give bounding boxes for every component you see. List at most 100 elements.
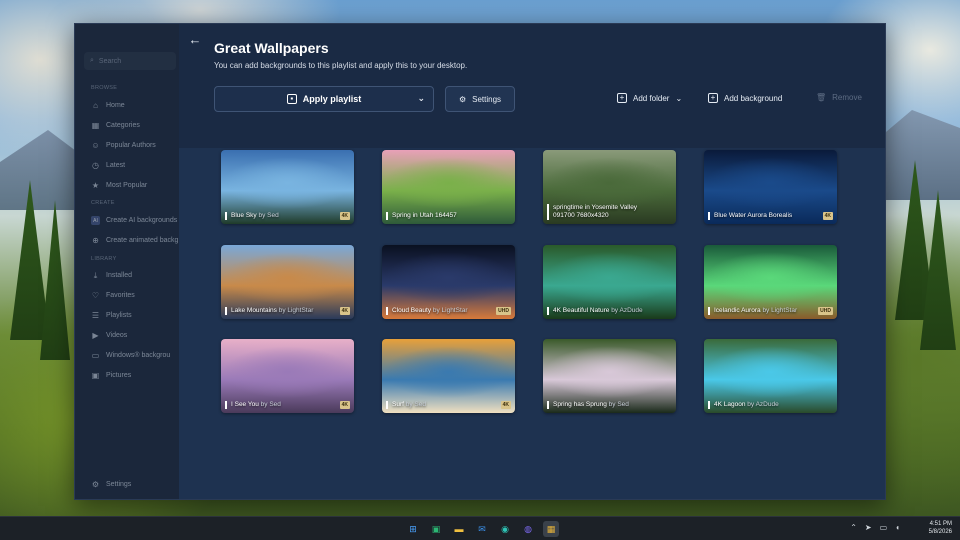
wallpaper-card[interactable]: I See You by Sed 4K (221, 339, 354, 413)
network-icon[interactable]: ▭ (880, 523, 888, 532)
sidebar-item-label: Categories (106, 122, 140, 129)
wallpaper-caption: Icelandic Aurora by LightStar (708, 307, 815, 315)
gear-icon: ⚙ (91, 480, 100, 489)
ai-icon: AI (91, 216, 100, 225)
remove-button[interactable]: 🗑 Remove (816, 93, 862, 102)
clock[interactable]: 4:51 PM 5/8/2026 (929, 520, 952, 536)
send-icon[interactable]: ➤ (865, 523, 872, 532)
download-icon: ⤓ (93, 271, 98, 280)
search-icon: ⌕ (90, 57, 94, 64)
system-tray: ⌃ ➤ ▭ ◖ (850, 523, 900, 532)
sidebar-item-label: Windows® backgrou (106, 352, 171, 359)
sidebar-item-installed[interactable]: ⤓ Installed (91, 271, 179, 280)
teams-icon[interactable]: ◍ (520, 521, 536, 537)
wallpaper-title: Spring in Utah 164457 (392, 212, 457, 219)
resolution-badge: 4K (500, 401, 511, 409)
mountain-right (880, 110, 960, 200)
sidebar-settings-label: Settings (106, 481, 132, 488)
sidebar-item-playlists[interactable]: ☰ Playlists (91, 311, 179, 320)
add-background-label: Add background (724, 93, 783, 103)
wallpaper-title: Blue Water Aurora Borealis (714, 212, 793, 219)
wallpaper-title: Surf (392, 401, 404, 408)
sidebar-settings[interactable]: ⚙ Settings (91, 480, 179, 489)
add-icon: + (708, 93, 718, 103)
gear-icon: ⚙ (458, 94, 467, 104)
authors-icon: ☺ (91, 141, 100, 150)
sidebar-item-home[interactable]: ⌂ Home (91, 101, 179, 110)
sidebar-item-windows-backgrou[interactable]: ▭ Windows® backgrou (91, 351, 179, 360)
chevron-down-icon: ⌄ (417, 93, 425, 103)
wallpaper-title: Cloud Beauty (392, 307, 432, 314)
resolution-badge: 4K (339, 212, 350, 220)
sidebar-item-label: Playlists (106, 312, 132, 319)
resolution-badge: UHD (818, 307, 833, 315)
wallpaper-title: Icelandic Aurora (714, 307, 761, 314)
wallpaper-card[interactable]: Spring in Utah 164457 (382, 150, 515, 224)
windows-start-icon[interactable]: ⊞ (405, 521, 421, 537)
heart-icon: ♡ (91, 291, 100, 300)
section-create: Create (91, 200, 115, 206)
playlist-icon: ☰ (91, 311, 100, 320)
wallpaper-title: Spring has Sprung (553, 401, 607, 408)
chevron-up-icon[interactable]: ⌃ (850, 523, 857, 532)
tree (40, 200, 70, 360)
add-folder-button[interactable]: + Add folder ⌄ (617, 93, 682, 103)
section-library: LIBRARY (91, 256, 117, 262)
trash-icon: 🗑 (816, 93, 827, 102)
wallpaper-card[interactable]: Spring has Sprung by Sed (543, 339, 676, 413)
wallpaper-title: Lake Mountains (231, 307, 277, 314)
wallpaper-author: by LightStar (762, 307, 798, 314)
sidebar-item-label: Popular Authors (106, 142, 156, 149)
apply-playlist-button[interactable]: ▪ Apply playlist ⌄ (214, 86, 434, 112)
wallpaper-card[interactable]: Surf by Sed 4K (382, 339, 515, 413)
wallpaper-caption: I See You by Sed (225, 401, 332, 409)
wallpaper-card[interactable]: 4K Beautiful Nature by AzDude (543, 245, 676, 319)
wallpaper-card[interactable]: springtime in Yosemite Valley 091700 768… (543, 150, 676, 224)
add-folder-label: Add folder (633, 93, 670, 103)
folder-add-icon: + (617, 93, 627, 103)
taskbar: ⊞ ▣ ▬ ✉ ◉ ◍ ▦ ⌃ ➤ ▭ ◖ 4:51 PM 5/8/2026 (0, 516, 960, 540)
add-background-button[interactable]: + Add background (708, 93, 782, 103)
wallpaper-card[interactable]: Blue Sky by Sed 4K (221, 150, 354, 224)
wallpaper-caption: 4K Beautiful Nature by AzDude (547, 307, 654, 315)
playlist-settings-button[interactable]: ⚙ Settings (445, 86, 515, 112)
back-button[interactable]: ← (187, 32, 203, 48)
search-placeholder: Search (98, 57, 122, 65)
back-arrow-icon: ← (188, 32, 202, 47)
wallpaper-card[interactable]: 4K Lagoon by AzDude (704, 339, 837, 413)
store-icon[interactable]: ▣ (428, 521, 444, 537)
wallpaper-title: 4K Lagoon (714, 401, 746, 408)
sidebar-item-label: Most Popular (106, 182, 148, 189)
sidebar-item-most-popular[interactable]: ★ Most Popular (91, 181, 179, 190)
wallpaper-caption: Blue Water Aurora Borealis (708, 212, 815, 220)
sidebar-item-create-ai-backgrounds[interactable]: AI Create AI backgrounds (91, 216, 179, 225)
wallpaper-card[interactable]: Cloud Beauty by LightStar UHD (382, 245, 515, 319)
wallpaper-card[interactable]: Blue Water Aurora Borealis 4K (704, 150, 837, 224)
sidebar-item-label: Installed (106, 272, 133, 279)
sidebar-item-label: Latest (106, 162, 126, 169)
search-box[interactable]: ⌕ Search (84, 52, 176, 70)
sidebar-item-categories[interactable]: ▦ Categories (91, 121, 179, 130)
wallpaper-card[interactable]: Icelandic Aurora by LightStar UHD (704, 245, 837, 319)
resolution-badge: UHD (496, 307, 511, 315)
volume-icon[interactable]: ◖ (895, 523, 900, 532)
home-icon: ⌂ (93, 101, 98, 110)
sidebar-item-videos[interactable]: ▶ Videos (91, 331, 179, 340)
page-title: Great Wallpapers (214, 40, 329, 56)
picture-icon: ▣ (91, 371, 100, 380)
sidebar-item-favorites[interactable]: ♡ Favorites (91, 291, 179, 300)
wallpaper-caption: Spring has Sprung by Sed (547, 401, 654, 409)
wallpaper-card[interactable]: Lake Mountains by LightStar 4K (221, 245, 354, 319)
windows-icon: ▭ (91, 351, 100, 360)
mail-icon[interactable]: ✉ (474, 521, 490, 537)
sidebar-item-label: Pictures (106, 372, 132, 379)
sidebar-item-pictures[interactable]: ▣ Pictures (91, 371, 179, 380)
sidebar-item-latest[interactable]: ◷ Latest (91, 161, 179, 170)
wallpaper-app-icon[interactable]: ▦ (543, 521, 559, 537)
sidebar-item-popular-authors[interactable]: ☺ Popular Authors (91, 141, 179, 150)
edge-icon[interactable]: ◉ (497, 521, 513, 537)
wallpaper-caption: Surf by Sed (386, 401, 493, 409)
folder-icon[interactable]: ▬ (451, 521, 467, 537)
sidebar-item-create-animated-backg[interactable]: ⊕ Create animated backg (91, 236, 179, 245)
playlist-settings-label: Settings (472, 94, 502, 104)
